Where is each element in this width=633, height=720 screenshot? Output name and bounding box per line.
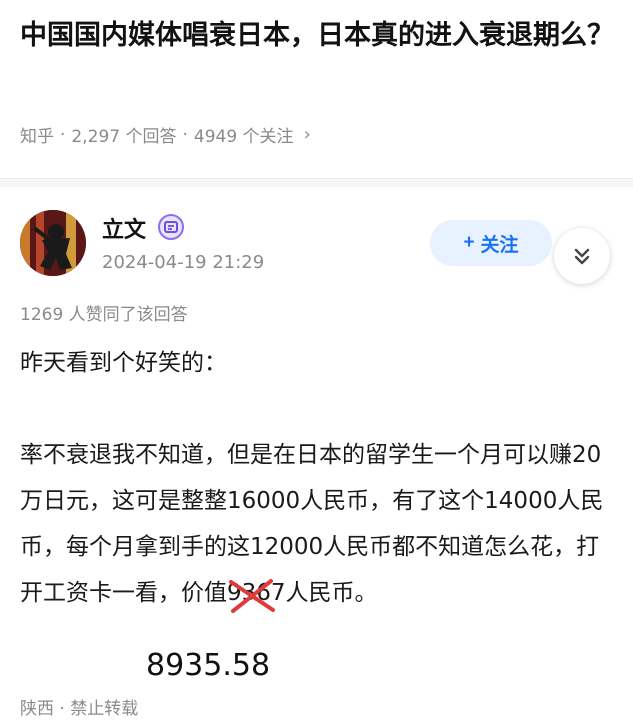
author-name[interactable]: 立文	[102, 212, 146, 244]
source-label: 知乎	[20, 127, 54, 147]
badge-icon	[158, 214, 184, 240]
follow-label: 关注	[480, 234, 519, 256]
plus-icon: +	[463, 232, 475, 253]
follower-count: 4949 个关注	[193, 127, 294, 147]
answer-content[interactable]: 昨天看到个好笑的： 率不衰退我不知道，但是在日本的留学生一个月可以赚20万日元，…	[20, 340, 620, 616]
section-divider	[0, 178, 633, 187]
expand-button[interactable]	[554, 228, 610, 284]
footer-separator: ·	[59, 699, 65, 719]
cross-mark-icon	[229, 579, 275, 613]
question-meta[interactable]: 知乎 · 2,297 个回答 · 4949 个关注 ›	[20, 122, 311, 147]
paragraph-tail: 人民币。	[285, 580, 378, 606]
chevron-double-down-icon	[574, 248, 590, 265]
location-label: 陕西	[20, 699, 54, 719]
struck-value: 9367	[227, 570, 286, 616]
meta-separator: ·	[60, 124, 66, 145]
answer-footer: 陕西 · 禁止转载	[20, 694, 138, 719]
answer-paragraph: 率不衰退我不知道，但是在日本的留学生一个月可以赚20万日元，这可是整整16000…	[20, 432, 620, 616]
answer-paragraph: 昨天看到个好笑的：	[20, 350, 227, 376]
answer-count: 2,297 个回答	[71, 127, 177, 147]
copyright-notice: 禁止转载	[70, 699, 139, 719]
handwritten-correction: 8935.58	[146, 648, 271, 683]
vote-count: 1269 人赞同了该回答	[20, 305, 188, 325]
question-title[interactable]: 中国国内媒体唱衰日本，日本真的进入衰退期么？	[20, 14, 620, 58]
chevron-right-icon: ›	[303, 124, 311, 145]
avatar[interactable]	[20, 210, 86, 276]
follow-button[interactable]: + 关注	[430, 220, 552, 266]
meta-separator: ·	[182, 124, 188, 145]
answer-date: 2024-04-19 21:29	[102, 252, 265, 273]
